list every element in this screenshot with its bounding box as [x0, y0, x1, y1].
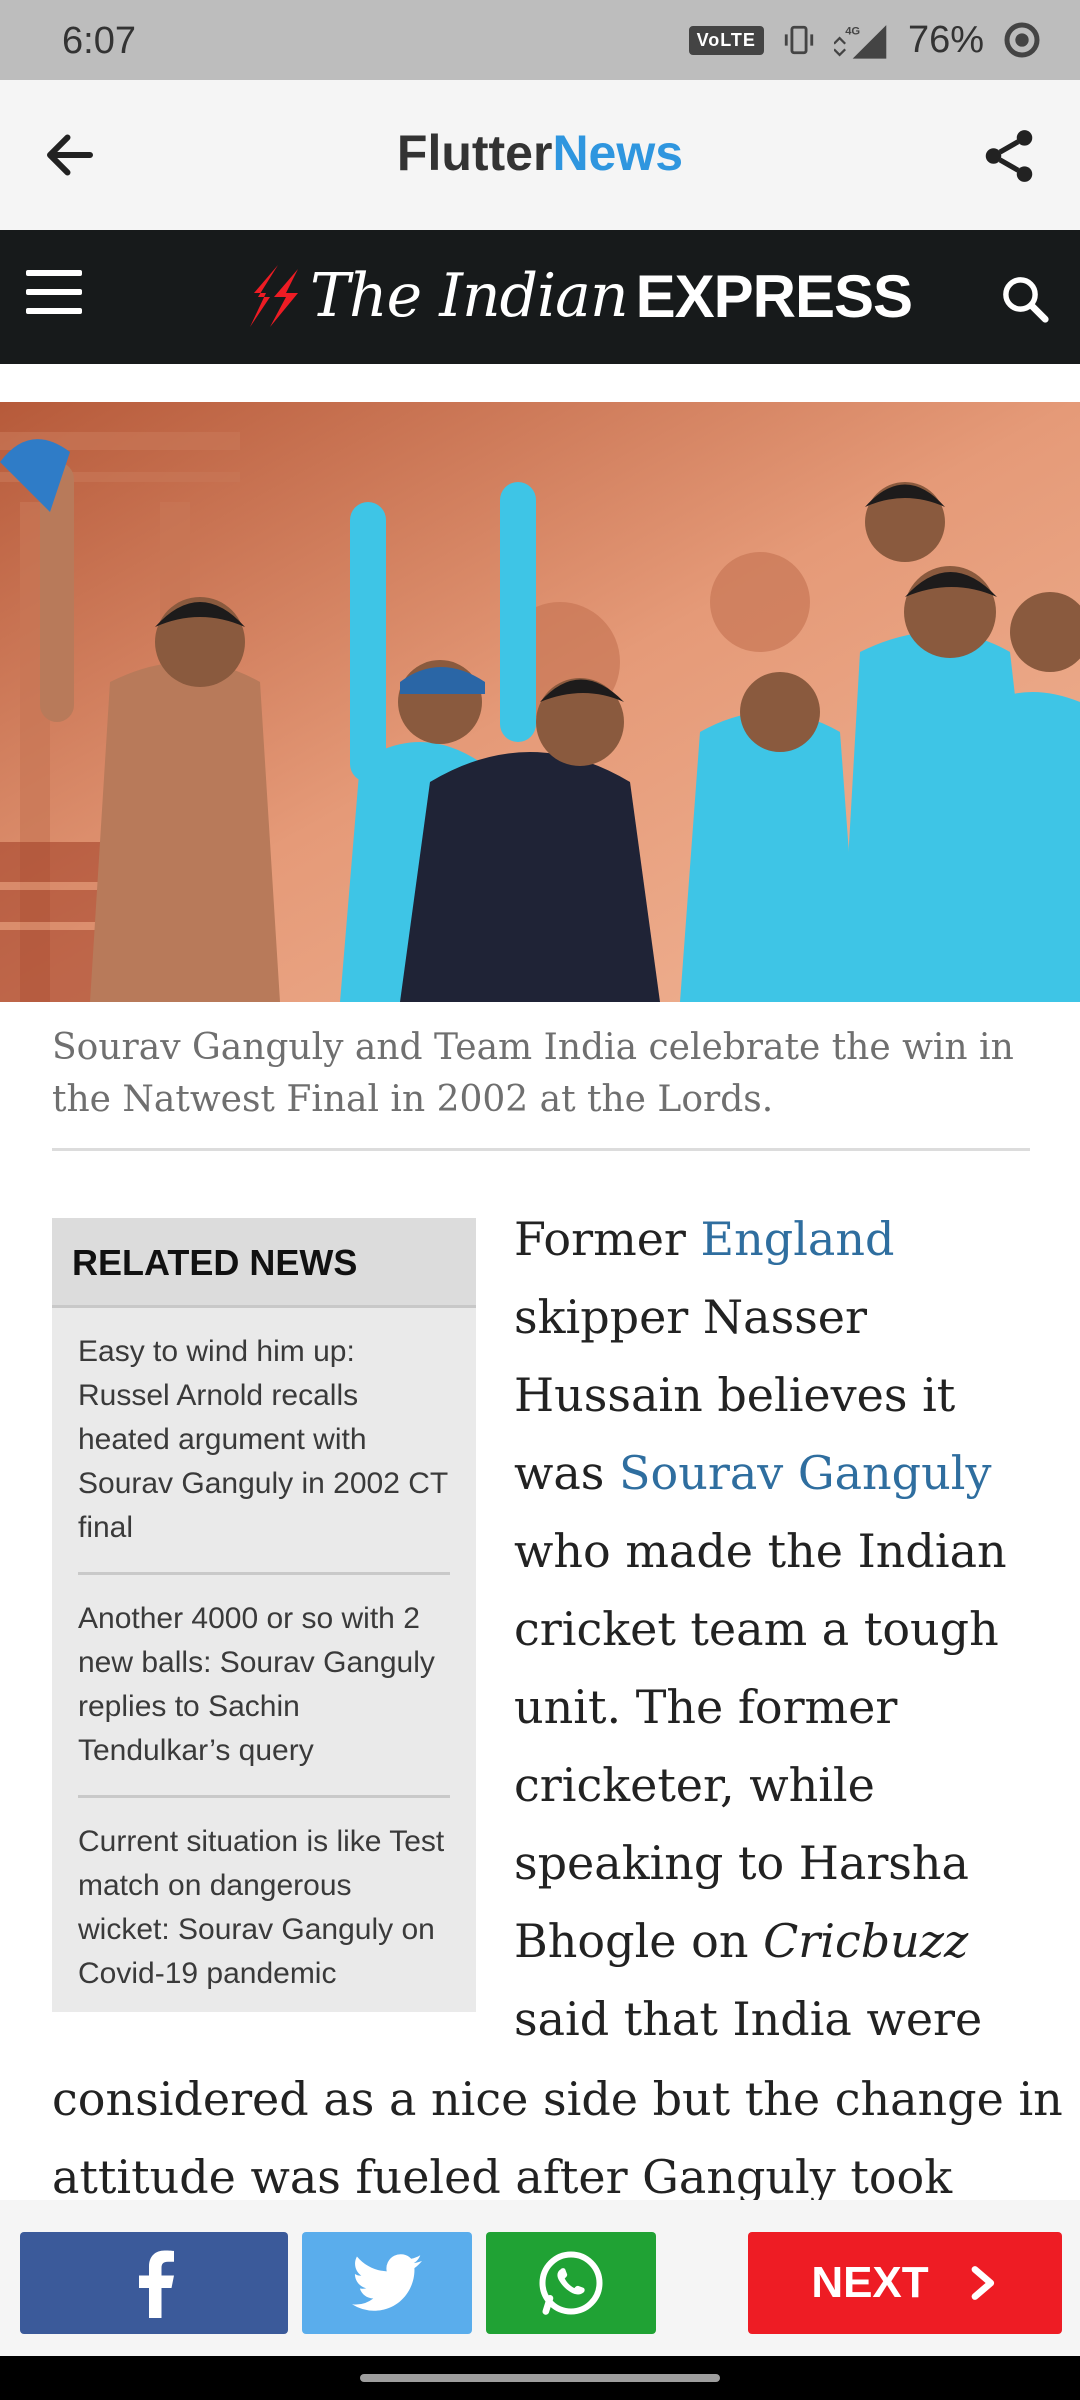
brand-logo[interactable]: The Indian EXPRESS [250, 256, 913, 336]
chevron-right-icon [971, 2266, 994, 2300]
home-gesture-pill[interactable] [360, 2374, 720, 2382]
status-bar: 6:07 VoLTE 4G 76% [0, 0, 1080, 80]
share-bar: NEXT [0, 2200, 1080, 2356]
related-news-item[interactable]: Current situation is like Test match on … [78, 1798, 450, 2018]
related-news-item[interactable]: Another 4000 or so with 2 new balls: Sou… [78, 1575, 450, 1798]
next-label: NEXT [811, 2258, 929, 2307]
next-article-button[interactable]: NEXT [748, 2232, 1062, 2334]
status-time: 6:07 [62, 20, 136, 62]
status-icons: VoLTE 4G 76% [688, 18, 1042, 62]
whatsapp-share-button[interactable] [486, 2232, 656, 2334]
share-icon[interactable] [978, 125, 1040, 187]
battery-ring-icon [1002, 20, 1042, 60]
related-news-item[interactable]: Easy to wind him up: Russel Arnold recal… [78, 1308, 450, 1575]
hero-image [0, 402, 1080, 1002]
svg-text:4G: 4G [845, 25, 860, 37]
article-text: said that India were [514, 1992, 983, 2046]
app-bar: FlutterNews [0, 80, 1080, 230]
brand-name-part1: The Indian [310, 261, 629, 331]
twitter-icon [352, 2254, 422, 2311]
article-italic-source: Cricbuzz [763, 1914, 969, 1968]
facebook-share-button[interactable] [20, 2232, 288, 2334]
article-text: Former [514, 1212, 686, 1266]
image-caption: Sourav Ganguly and Team India celebrate … [52, 1027, 1014, 1120]
related-news-heading: RELATED NEWS [52, 1218, 476, 1308]
facebook-icon [139, 2250, 174, 2318]
brand-mark-icon [250, 265, 298, 327]
article-body: Former England skipper Nasser Hussain be… [514, 1200, 1034, 2058]
twitter-share-button[interactable] [302, 2232, 472, 2334]
battery-percent: 76% [907, 18, 984, 61]
article-body-continued: considered as a nice side but the change… [52, 2060, 1063, 2216]
caption-divider [52, 1148, 1030, 1151]
vibrate-icon [782, 23, 816, 57]
app-title-part1: Flutter [396, 125, 553, 181]
system-nav-bar [0, 2356, 1080, 2400]
whatsapp-icon [539, 2251, 603, 2315]
search-icon[interactable] [998, 272, 1052, 326]
article-line: considered as a nice side but the change… [52, 2072, 1063, 2126]
related-news-box: RELATED NEWS Easy to wind him up: Russel… [52, 1218, 476, 2012]
brand-name-part2: EXPRESS [635, 262, 913, 330]
signal-icon: 4G [833, 21, 890, 59]
volte-badge: VoLTE [688, 25, 764, 55]
article-link-sourav-ganguly[interactable]: Sourav Ganguly [619, 1446, 991, 1500]
app-title: FlutterNews [0, 124, 1080, 182]
article-text: who made the Indian cricket team a tough… [514, 1524, 1007, 1968]
site-masthead: The Indian EXPRESS [0, 230, 1080, 364]
article-link-england[interactable]: England [701, 1212, 895, 1266]
app-title-part2: News [552, 125, 684, 181]
hamburger-menu-icon[interactable] [26, 270, 82, 320]
